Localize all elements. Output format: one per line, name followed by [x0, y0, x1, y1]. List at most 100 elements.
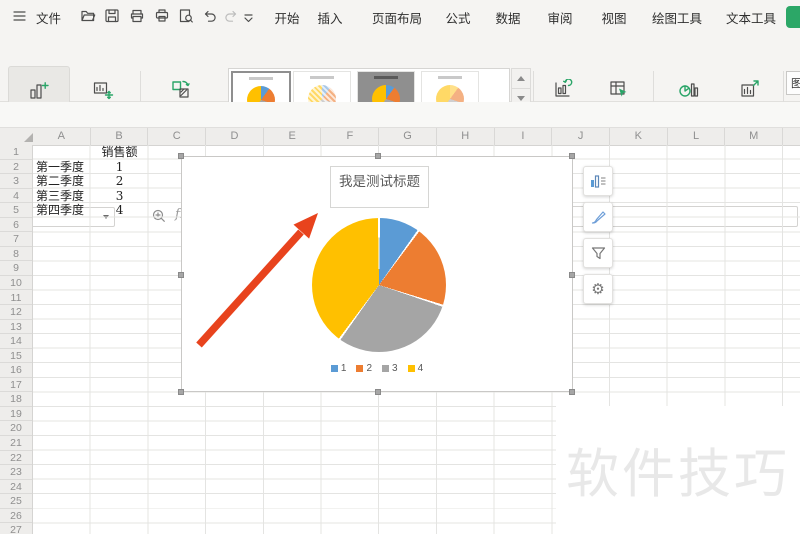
row-header-10[interactable]: 10 — [0, 276, 32, 291]
row-header-23[interactable]: 23 — [0, 465, 32, 480]
tab-6[interactable]: 审阅 — [547, 8, 572, 27]
open-icon[interactable] — [80, 8, 96, 24]
column-header-J[interactable]: J — [552, 128, 610, 145]
row-header-7[interactable]: 7 — [0, 232, 32, 247]
row-header-20[interactable]: 20 — [0, 421, 32, 436]
column-header-A[interactable]: A — [33, 128, 91, 145]
column-header-F[interactable]: F — [322, 128, 380, 145]
cell-A2[interactable]: 第一季度 — [36, 160, 91, 175]
redo-icon[interactable] — [223, 8, 239, 24]
cell-B4[interactable]: 3 — [91, 189, 149, 204]
row-header-4[interactable]: 4 — [0, 189, 32, 204]
row-header-17[interactable]: 17 — [0, 378, 32, 393]
preview-icon[interactable] — [178, 8, 194, 24]
row-headers: 1234567891011121314151617181920212223242… — [0, 145, 33, 534]
watermark-box: 软件技巧 — [556, 406, 800, 534]
thumbnail-title-bar — [438, 76, 462, 79]
tab-3[interactable]: 页面布局 — [372, 8, 422, 27]
row-header-13[interactable]: 13 — [0, 320, 32, 335]
resize-handle-ne[interactable] — [569, 153, 575, 159]
hamburger-menu-icon[interactable] — [12, 8, 28, 24]
column-header-E[interactable]: E — [264, 128, 322, 145]
column-header-C[interactable]: C — [148, 128, 206, 145]
resize-handle-se[interactable] — [569, 389, 575, 395]
cell-B3[interactable]: 2 — [91, 174, 149, 189]
row-header-15[interactable]: 15 — [0, 349, 32, 364]
resize-handle-s[interactable] — [375, 389, 381, 395]
column-header-I[interactable]: I — [495, 128, 553, 145]
undo-icon[interactable] — [202, 8, 218, 24]
wps-green-button[interactable] — [786, 6, 800, 28]
file-menu[interactable]: 文件 — [36, 8, 61, 27]
tab-5[interactable]: 数据 — [495, 8, 520, 27]
down-arrow-icon — [517, 96, 525, 101]
row-header-24[interactable]: 24 — [0, 480, 32, 495]
column-header-M[interactable]: M — [725, 128, 783, 145]
cell-A4[interactable]: 第三季度 — [36, 189, 91, 204]
row-header-25[interactable]: 25 — [0, 494, 32, 509]
resize-handle-w[interactable] — [178, 272, 184, 278]
pie-chart-object[interactable]: 我是测试标题 1234 — [181, 156, 573, 392]
save-icon[interactable] — [104, 8, 120, 24]
row-header-18[interactable]: 18 — [0, 392, 32, 407]
row-header-16[interactable]: 16 — [0, 363, 32, 378]
resize-handle-e[interactable] — [569, 272, 575, 278]
row-header-19[interactable]: 19 — [0, 407, 32, 422]
row-header-27[interactable]: 27 — [0, 523, 32, 534]
cell-B5[interactable]: 4 — [91, 203, 149, 218]
row-header-12[interactable]: 12 — [0, 305, 32, 320]
select-all-corner[interactable] — [24, 133, 33, 142]
cell-A5[interactable]: 第四季度 — [36, 203, 91, 218]
chart-filter-button[interactable] — [583, 238, 613, 268]
clipped-ribbon-button[interactable]: 图 — [786, 71, 800, 95]
gear-icon: ⚙ — [591, 282, 604, 297]
resize-handle-n[interactable] — [375, 153, 381, 159]
row-header-22[interactable]: 22 — [0, 451, 32, 466]
chart-tools-ribbon: 添加元素 快速布局 更改颜色 — [0, 31, 800, 102]
chart-elements-button[interactable] — [583, 166, 613, 196]
resize-handle-sw[interactable] — [178, 389, 184, 395]
tab-4[interactable]: 公式 — [445, 8, 470, 27]
row-header-5[interactable]: 5 — [0, 203, 32, 218]
row-header-3[interactable]: 3 — [0, 174, 32, 189]
column-header-K[interactable]: K — [610, 128, 668, 145]
tab-7[interactable]: 视图 — [601, 8, 626, 27]
row-header-11[interactable]: 11 — [0, 291, 32, 306]
tab-1[interactable]: 开始 — [274, 8, 299, 27]
row-header-14[interactable]: 14 — [0, 334, 32, 349]
row-header-1[interactable]: 1 — [0, 145, 32, 160]
tab-9[interactable]: 文本工具 — [726, 8, 776, 27]
tab-8[interactable]: 绘图工具 — [652, 8, 702, 27]
output-icon[interactable] — [129, 8, 145, 24]
red-arrow-annotation[interactable] — [182, 157, 574, 393]
tab-2[interactable]: 插入 — [317, 8, 342, 27]
chart-settings-button[interactable]: ⚙ — [583, 274, 613, 304]
row-header-2[interactable]: 2 — [0, 160, 32, 175]
column-header-B[interactable]: B — [91, 128, 149, 145]
cell-B1[interactable]: 销售额 — [91, 145, 149, 160]
gallery-scroll-up-button[interactable] — [511, 68, 531, 89]
row-header-21[interactable]: 21 — [0, 436, 32, 451]
formula-bar: fx 1 — [0, 102, 800, 128]
column-headers: ABCDEFGHIJKLM — [0, 128, 800, 146]
thumbnail-title-bar — [310, 76, 334, 79]
print-icon[interactable] — [154, 8, 170, 24]
thumbnail-title-bar — [249, 77, 273, 80]
cell-B2[interactable]: 1 — [91, 160, 149, 175]
row-header-26[interactable]: 26 — [0, 509, 32, 524]
spreadsheet-app-window: 文件 开始插入页面布局公式数据审阅视图绘图工具文本工具 添加元素 — [0, 0, 800, 534]
column-header-L[interactable]: L — [668, 128, 726, 145]
row-header-9[interactable]: 9 — [0, 261, 32, 276]
up-arrow-icon — [517, 76, 525, 81]
cell-A3[interactable]: 第二季度 — [36, 174, 91, 189]
column-header-G[interactable]: G — [379, 128, 437, 145]
chart-style-button[interactable] — [583, 202, 613, 232]
row-header-6[interactable]: 6 — [0, 218, 32, 233]
column-header-D[interactable]: D — [206, 128, 264, 145]
row-header-8[interactable]: 8 — [0, 247, 32, 262]
chart-elements-icon — [589, 173, 607, 189]
more-commands-icon[interactable] — [243, 11, 259, 27]
column-header-H[interactable]: H — [437, 128, 495, 145]
resize-handle-nw[interactable] — [178, 153, 184, 159]
funnel-icon — [590, 245, 607, 262]
